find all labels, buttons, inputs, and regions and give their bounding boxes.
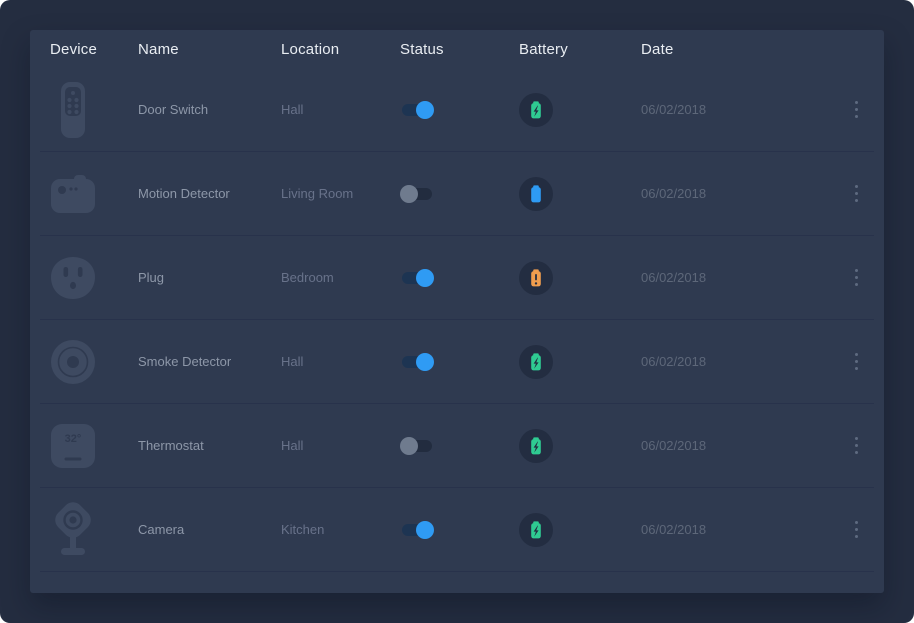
battery-alert-icon <box>519 261 641 295</box>
device-location-label: Living Room <box>281 186 400 201</box>
remote-icon <box>50 80 96 140</box>
device-location-label: Hall <box>281 438 400 453</box>
kebab-menu-icon[interactable] <box>844 518 868 542</box>
column-header-location: Location <box>281 41 400 58</box>
device-table-panel: Device Name Location Status Battery Date… <box>30 30 884 593</box>
kebab-menu-icon[interactable] <box>844 350 868 374</box>
motion-detector-icon <box>50 172 96 216</box>
device-date-label: 06/02/2018 <box>641 522 828 537</box>
kebab-menu-icon[interactable] <box>844 266 868 290</box>
table-row: Plug Bedroom 06/02/2018 <box>30 236 884 319</box>
plug-icon <box>50 256 96 300</box>
device-location-label: Kitchen <box>281 522 400 537</box>
column-header-name: Name <box>138 41 281 58</box>
device-name-label: Motion Detector <box>138 186 281 201</box>
table-row: Smoke Detector Hall 06/02/2018 <box>30 320 884 403</box>
device-date-label: 06/02/2018 <box>641 354 828 369</box>
device-location-label: Hall <box>281 102 400 117</box>
column-header-status: Status <box>400 41 519 58</box>
column-header-device: Device <box>50 41 138 58</box>
thermostat-icon: 32° <box>50 423 96 469</box>
status-toggle-on[interactable] <box>400 352 434 372</box>
device-name-label: Thermostat <box>138 438 281 453</box>
battery-charging-icon <box>519 429 641 463</box>
app-screen: Device Name Location Status Battery Date… <box>0 0 914 623</box>
device-name-label: Door Switch <box>138 102 281 117</box>
status-toggle-on[interactable] <box>400 100 434 120</box>
status-toggle-on[interactable] <box>400 268 434 288</box>
table-row: 32° Thermostat Hall 06/02/2018 <box>30 404 884 487</box>
status-toggle-off[interactable] <box>400 184 434 204</box>
table-row: Camera Kitchen 06/02/2018 <box>30 488 884 571</box>
device-date-label: 06/02/2018 <box>641 438 828 453</box>
kebab-menu-icon[interactable] <box>844 434 868 458</box>
status-toggle-off[interactable] <box>400 436 434 456</box>
svg-text:32°: 32° <box>65 433 82 445</box>
camera-icon <box>50 501 96 559</box>
battery-charging-icon <box>519 93 641 127</box>
table-row: Door Switch Hall 06/02/2018 <box>30 68 884 151</box>
kebab-menu-icon[interactable] <box>844 98 868 122</box>
row-divider <box>40 571 874 572</box>
device-name-label: Camera <box>138 522 281 537</box>
device-date-label: 06/02/2018 <box>641 102 828 117</box>
table-header: Device Name Location Status Battery Date <box>30 30 884 68</box>
battery-full-icon <box>519 177 641 211</box>
column-header-date: Date <box>641 41 828 58</box>
device-date-label: 06/02/2018 <box>641 186 828 201</box>
battery-charging-icon <box>519 513 641 547</box>
device-name-label: Plug <box>138 270 281 285</box>
smoke-detector-icon <box>50 339 96 385</box>
device-name-label: Smoke Detector <box>138 354 281 369</box>
status-toggle-on[interactable] <box>400 520 434 540</box>
device-location-label: Hall <box>281 354 400 369</box>
kebab-menu-icon[interactable] <box>844 182 868 206</box>
column-header-battery: Battery <box>519 41 641 58</box>
device-date-label: 06/02/2018 <box>641 270 828 285</box>
battery-charging-icon <box>519 345 641 379</box>
table-row: Motion Detector Living Room 06/02/2018 <box>30 152 884 235</box>
device-location-label: Bedroom <box>281 270 400 285</box>
table-body: Door Switch Hall 06/02/2018 Motion Detec… <box>30 68 884 572</box>
